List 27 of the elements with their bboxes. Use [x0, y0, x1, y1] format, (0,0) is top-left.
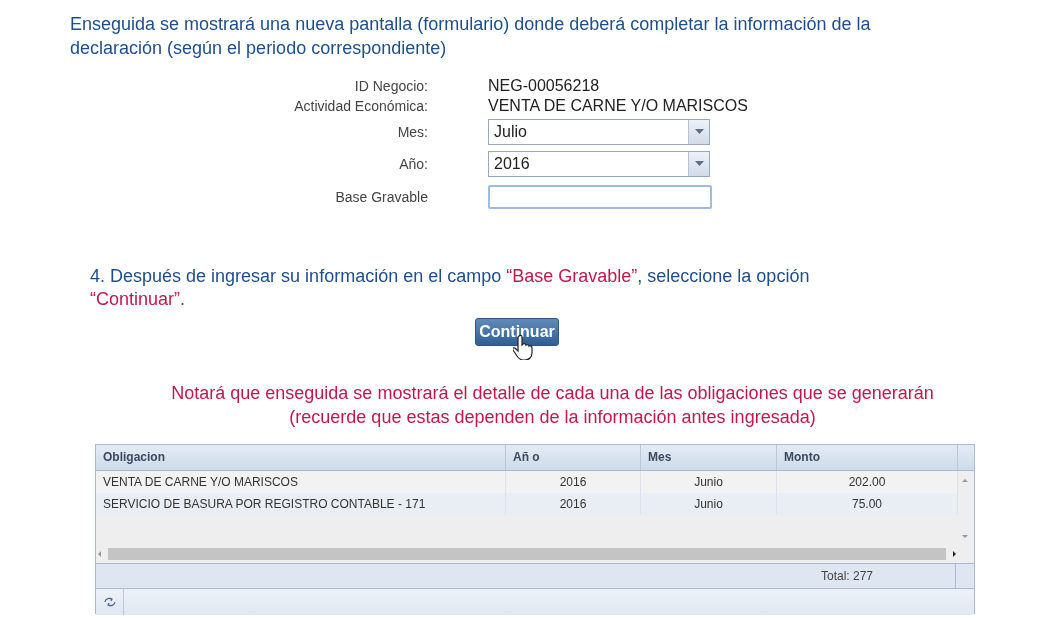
- caret-icon: [694, 129, 704, 134]
- field-label: ID Negocio:: [353, 78, 428, 94]
- field-value: VENTA DE CARNE Y/O MARISCOS: [488, 97, 749, 115]
- caret-icon: [694, 161, 704, 166]
- column-header[interactable]: Obligacion: [96, 445, 506, 470]
- column-header[interactable]: Mes: [641, 445, 777, 470]
- table-cell: SERVICIO DE BASURA POR REGISTRO CONTABLE - 171: [96, 493, 506, 515]
- scroll-left-icon[interactable]: [96, 550, 104, 558]
- column-header[interactable]: Añ o: [506, 445, 641, 470]
- field-label: Base Gravable: [334, 189, 428, 205]
- note-paragraph: Notará que enseguida se mostrará el detalle de cada una de las obligaciones que se generarán (recuerde que estas dependen de la información antes ingresada): [170, 382, 935, 429]
- table-cell: 2016: [506, 493, 641, 515]
- field-label: Mes:: [396, 123, 428, 140]
- instruction-paragraph: 4. Después de ingresar su información en el campo “Base Gravable”, seleccione la opción “Continuar”.: [90, 265, 811, 311]
- input-field[interactable]: [488, 185, 712, 209]
- refresh-icon: [103, 597, 116, 607]
- dropdown-field[interactable]: Julio: [488, 118, 710, 145]
- scroll-right-icon[interactable]: [950, 550, 958, 558]
- field-value: NEG-00056218: [488, 77, 601, 95]
- field-label: Actividad Económica:: [293, 98, 428, 114]
- field-label: Año:: [398, 155, 428, 172]
- column-header[interactable]: Monto: [777, 445, 958, 470]
- table-cell: Junio: [641, 493, 777, 515]
- total-text: Total: 277: [820, 569, 873, 583]
- table-cell: 75.00: [777, 493, 958, 515]
- dropdown-field[interactable]: 2016: [488, 150, 710, 177]
- intro-paragraph: Enseguida se mostrará una nueva pantalla (formulario) donde deberá completar la información de la declaración (según el periodo correspondiente): [70, 13, 872, 60]
